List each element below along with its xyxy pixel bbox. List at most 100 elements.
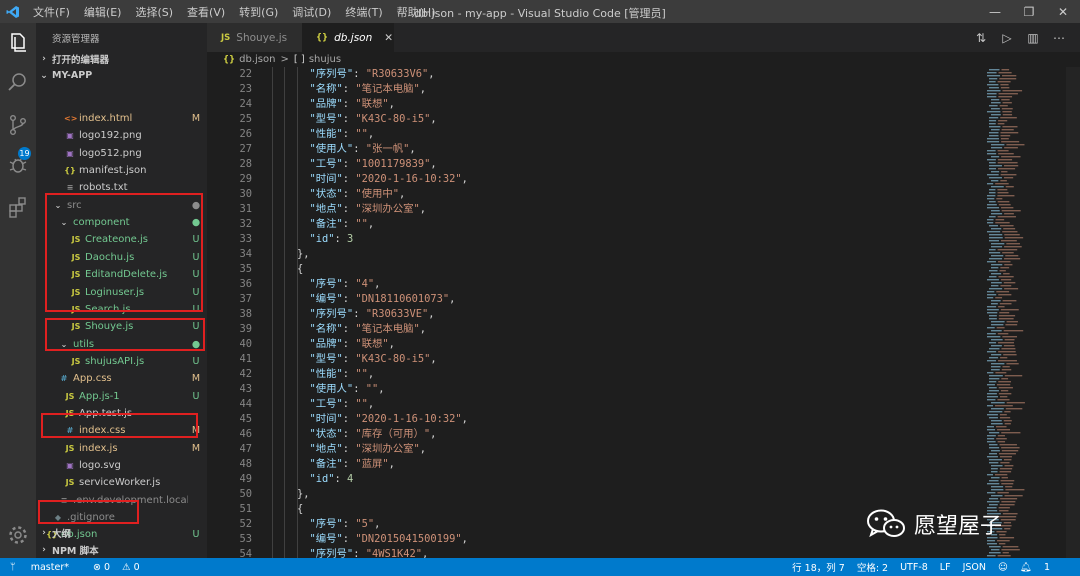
- line-content: "地点": "深圳办公室",: [310, 442, 427, 457]
- file-tree-item[interactable]: # index.css M: [36, 422, 207, 439]
- json-comma: ,: [367, 128, 375, 140]
- line-content: "id": 4: [310, 472, 354, 487]
- file-tree-item[interactable]: JS Createone.js U: [36, 231, 207, 248]
- close-icon[interactable]: ✕: [1046, 0, 1080, 23]
- minimap-line: [987, 555, 996, 557]
- compare-icon[interactable]: ⇅: [968, 31, 994, 45]
- file-tree-item[interactable]: JS App.js-1 U: [36, 388, 207, 405]
- git-branch-icon: ᛘ: [10, 561, 19, 573]
- breadcrumb-file[interactable]: db.json: [239, 54, 275, 65]
- file-type-icon: ⌄: [54, 201, 62, 210]
- tab-db-json[interactable]: {} db.json ✕: [302, 23, 394, 52]
- file-tree-item[interactable]: ≡ .env.development.local: [36, 492, 207, 509]
- settings-gear-icon[interactable]: [6, 523, 30, 547]
- minimap-line: [987, 414, 998, 416]
- end-of-line[interactable]: LF: [940, 562, 951, 573]
- file-tree-item[interactable]: ▣ logo192.png: [36, 127, 207, 144]
- errors-count[interactable]: ⊗ 0: [93, 562, 110, 573]
- encoding[interactable]: UTF-8: [900, 562, 928, 573]
- maximize-icon[interactable]: ❐: [1012, 0, 1046, 23]
- outline-section[interactable]: › 大纲: [36, 524, 207, 541]
- file-tree-item[interactable]: JS Daochu.js U: [36, 249, 207, 266]
- menu-item[interactable]: 调试(D): [285, 4, 338, 20]
- file-tree-item[interactable]: <> index.html M: [36, 110, 207, 127]
- minimap-line: [1001, 69, 1010, 71]
- minimap-line: [987, 492, 996, 494]
- json-colon: :: [342, 188, 356, 200]
- breadcrumb-node[interactable]: shujus: [309, 54, 341, 65]
- file-tree-item[interactable]: JS Search.js U: [36, 301, 207, 318]
- project-section[interactable]: ⌄ MY-APP: [36, 67, 207, 84]
- file-tree-item[interactable]: JS App.test.js: [36, 405, 207, 422]
- menu-item[interactable]: 终端(T): [338, 4, 389, 20]
- minimize-icon[interactable]: —: [978, 0, 1012, 23]
- code-line: 54 "序列号": "4WS1K42",: [207, 547, 985, 558]
- split-editor-icon[interactable]: ▥: [1020, 31, 1046, 45]
- npm-scripts-section[interactable]: › NPM 脚本: [36, 541, 207, 558]
- file-tree-item[interactable]: JS index.js M: [36, 440, 207, 457]
- minimap-line: [991, 282, 1002, 284]
- minimap-line: [991, 273, 1002, 275]
- minimap-line: [989, 189, 996, 191]
- tab-shouye[interactable]: JS Shouye.js: [207, 23, 302, 52]
- line-content: "工号": "1001179839",: [310, 157, 437, 172]
- minimap-line: [989, 357, 999, 359]
- line-number: 27: [239, 143, 252, 155]
- minimap-line: [991, 495, 1003, 497]
- code-editor[interactable]: 22 "序列号": "R30633V6", 23 "名称": "笔记本电脑", 24 "品…: [207, 67, 985, 558]
- minimap-line: [987, 219, 994, 221]
- file-name: Createone.js: [85, 234, 149, 245]
- file-type-icon: ⌄: [60, 218, 68, 227]
- vertical-scrollbar[interactable]: [1066, 67, 1080, 558]
- more-actions-icon[interactable]: ⋯: [1046, 31, 1072, 45]
- minimap-line: [998, 393, 1012, 395]
- minimap-line: [989, 504, 998, 506]
- json-colon: :: [342, 533, 356, 545]
- cursor-position[interactable]: 行 18，列 7: [792, 560, 845, 574]
- warnings-count[interactable]: ⚠ 0: [122, 562, 140, 573]
- file-tree-item[interactable]: ⌄ src ●: [36, 197, 207, 214]
- file-tree-item[interactable]: ⌄ utils ●: [36, 336, 207, 353]
- menu-item[interactable]: 选择(S): [128, 4, 180, 20]
- open-editors-section[interactable]: › 打开的编辑器: [36, 50, 207, 67]
- file-tree-item[interactable]: JS EditandDelete.js U: [36, 266, 207, 283]
- minimap-line: [995, 219, 1005, 221]
- minimap-line: [989, 453, 998, 455]
- menu-item[interactable]: 帮助(H): [390, 4, 443, 20]
- menu-item[interactable]: 转到(G): [232, 4, 285, 20]
- file-type-icon: JS: [71, 253, 81, 262]
- file-name: index.js: [79, 443, 118, 454]
- file-tree-item[interactable]: ⌄ component ●: [36, 214, 207, 231]
- minimap-line: [998, 342, 1014, 344]
- branch-indicator[interactable]: ᛘ master*: [10, 562, 81, 573]
- menu-item[interactable]: 查看(V): [180, 4, 232, 20]
- language-mode[interactable]: JSON: [963, 562, 986, 573]
- search-icon[interactable]: [6, 70, 30, 94]
- minimap-line: [996, 438, 1007, 440]
- source-control-icon[interactable]: [6, 113, 30, 137]
- menu-item[interactable]: 文件(F): [26, 4, 77, 20]
- file-tree-item[interactable]: ≡ robots.txt: [36, 179, 207, 196]
- file-tree-item[interactable]: JS Loginuser.js U: [36, 284, 207, 301]
- extensions-icon[interactable]: [6, 195, 30, 219]
- file-tree-item[interactable]: ▣ logo.svg: [36, 457, 207, 474]
- file-tree-item[interactable]: {} manifest.json: [36, 162, 207, 179]
- file-tree-item[interactable]: # App.css M: [36, 370, 207, 387]
- tab-label: db.json: [334, 31, 373, 44]
- notifications[interactable]: 🔔︎ 1: [1020, 562, 1062, 573]
- file-tree-item[interactable]: JS Shouye.js U: [36, 318, 207, 335]
- menu-item[interactable]: 编辑(E): [77, 4, 129, 20]
- file-tree-item[interactable]: JS shujusAPI.js U: [36, 353, 207, 370]
- explorer-icon[interactable]: [6, 31, 30, 55]
- debug-icon[interactable]: [6, 153, 30, 177]
- file-tree-item[interactable]: ▣ logo512.png: [36, 145, 207, 162]
- run-icon[interactable]: ▷: [994, 31, 1020, 45]
- minimap-line: [987, 441, 996, 443]
- close-tab-icon[interactable]: ✕: [384, 32, 393, 44]
- file-tree-item[interactable]: JS serviceWorker.js: [36, 474, 207, 491]
- indentation[interactable]: 空格: 2: [857, 560, 888, 574]
- minimap-line: [997, 150, 1009, 152]
- minimap-line: [991, 285, 999, 287]
- feedback-smiley-icon[interactable]: ☺: [998, 562, 1008, 573]
- minimap-line: [991, 423, 1003, 425]
